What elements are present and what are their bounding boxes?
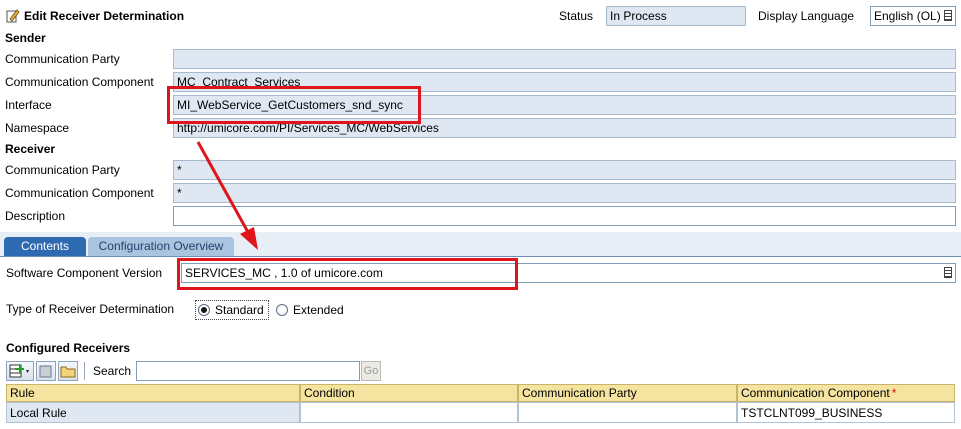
annotation-arrow [196,141,258,250]
